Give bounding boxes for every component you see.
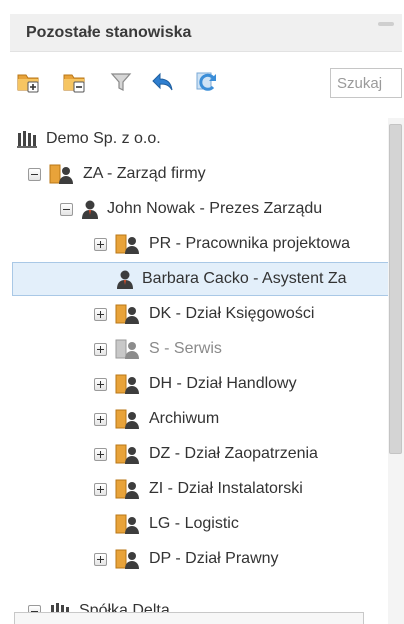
tree-node[interactable]: DP - Dział Prawny — [94, 542, 279, 576]
company-icon — [16, 128, 38, 150]
tree-node-label: ZA - Zarząd firmy — [83, 165, 206, 182]
department-icon — [115, 232, 141, 256]
tree-node[interactable]: Archiwum — [94, 402, 219, 436]
department-icon — [115, 477, 141, 501]
expand-toggle[interactable] — [94, 237, 107, 251]
person-icon — [81, 198, 99, 220]
person-icon — [116, 268, 134, 290]
filter-icon[interactable] — [108, 70, 134, 94]
add-folder-icon[interactable] — [16, 70, 42, 94]
tree-node-label: DH - Dział Handlowy — [149, 375, 297, 392]
remove-folder-icon[interactable] — [62, 70, 88, 94]
scrollbar-thumb[interactable] — [389, 124, 402, 454]
search-input[interactable] — [330, 68, 402, 98]
tree-node-label: LG - Logistic — [149, 515, 239, 532]
expand-toggle[interactable] — [94, 377, 107, 391]
collapse-toggle[interactable] — [60, 202, 73, 216]
tree-node-label: PR - Pracownika projektowa — [149, 235, 350, 252]
tree-node-label: Archiwum — [149, 410, 220, 427]
tree-node-label: DP - Dział Prawny — [149, 550, 279, 567]
tree-node[interactable]: DK - Dział Księgowości — [94, 297, 314, 331]
tree-node-label: DK - Dział Księgowości — [149, 305, 315, 322]
tree-node-label: Barbara Cacko - Asystent Za — [142, 270, 347, 287]
expand-toggle[interactable] — [94, 482, 107, 496]
tree-node[interactable]: LG - Logistic — [115, 507, 239, 541]
tree-node[interactable]: PR - Pracownika projektowa — [94, 227, 350, 261]
expand-toggle[interactable] — [94, 307, 107, 321]
tree-node[interactable]: ZI - Dział Instalatorski — [94, 472, 303, 506]
tree-node[interactable]: ZA - Zarząd firmy — [28, 157, 206, 191]
horizontal-scrollbar[interactable] — [14, 612, 364, 624]
panel-title: Pozostałe stanowiska — [26, 24, 192, 41]
department-icon — [115, 407, 141, 431]
panel-header: Pozostałe stanowiska — [10, 14, 402, 52]
department-icon — [115, 442, 141, 466]
department-icon — [115, 547, 141, 571]
tree-node-label: Demo Sp. z o.o. — [46, 130, 161, 147]
expand-toggle[interactable] — [94, 342, 107, 356]
department-icon-gray — [115, 337, 141, 361]
collapse-icon[interactable] — [378, 22, 394, 26]
collapse-toggle[interactable] — [28, 167, 41, 181]
tree-node-label: ZI - Dział Instalatorski — [149, 480, 303, 497]
expand-toggle[interactable] — [94, 412, 107, 426]
tree-node[interactable]: DZ - Dział Zaopatrzenia — [94, 437, 318, 471]
expand-toggle[interactable] — [94, 447, 107, 461]
refresh-icon[interactable] — [194, 70, 220, 94]
department-icon — [115, 512, 141, 536]
tree-node[interactable]: John Nowak - Prezes Zarządu — [60, 192, 322, 226]
toolbar — [0, 64, 404, 100]
undo-icon[interactable] — [150, 70, 176, 94]
tree-node-selected[interactable]: Barbara Cacko - Asystent Za — [12, 262, 390, 296]
tree-node-label: S - Serwis — [149, 340, 222, 357]
org-tree: Demo Sp. z o.o. ZA - Zarząd firmy John N… — [0, 118, 390, 624]
tree-node[interactable]: S - Serwis — [94, 332, 222, 366]
department-icon — [115, 372, 141, 396]
tree-node-label: DZ - Dział Zaopatrzenia — [149, 445, 318, 462]
department-icon — [115, 302, 141, 326]
expand-toggle[interactable] — [94, 552, 107, 566]
tree-node-label: John Nowak - Prezes Zarządu — [107, 200, 323, 217]
department-icon — [49, 162, 75, 186]
positions-panel: Pozostałe stanowiska Demo Sp. z o.o. — [0, 0, 404, 624]
tree-node[interactable]: DH - Dział Handlowy — [94, 367, 297, 401]
tree-node[interactable]: Demo Sp. z o.o. — [16, 122, 161, 156]
